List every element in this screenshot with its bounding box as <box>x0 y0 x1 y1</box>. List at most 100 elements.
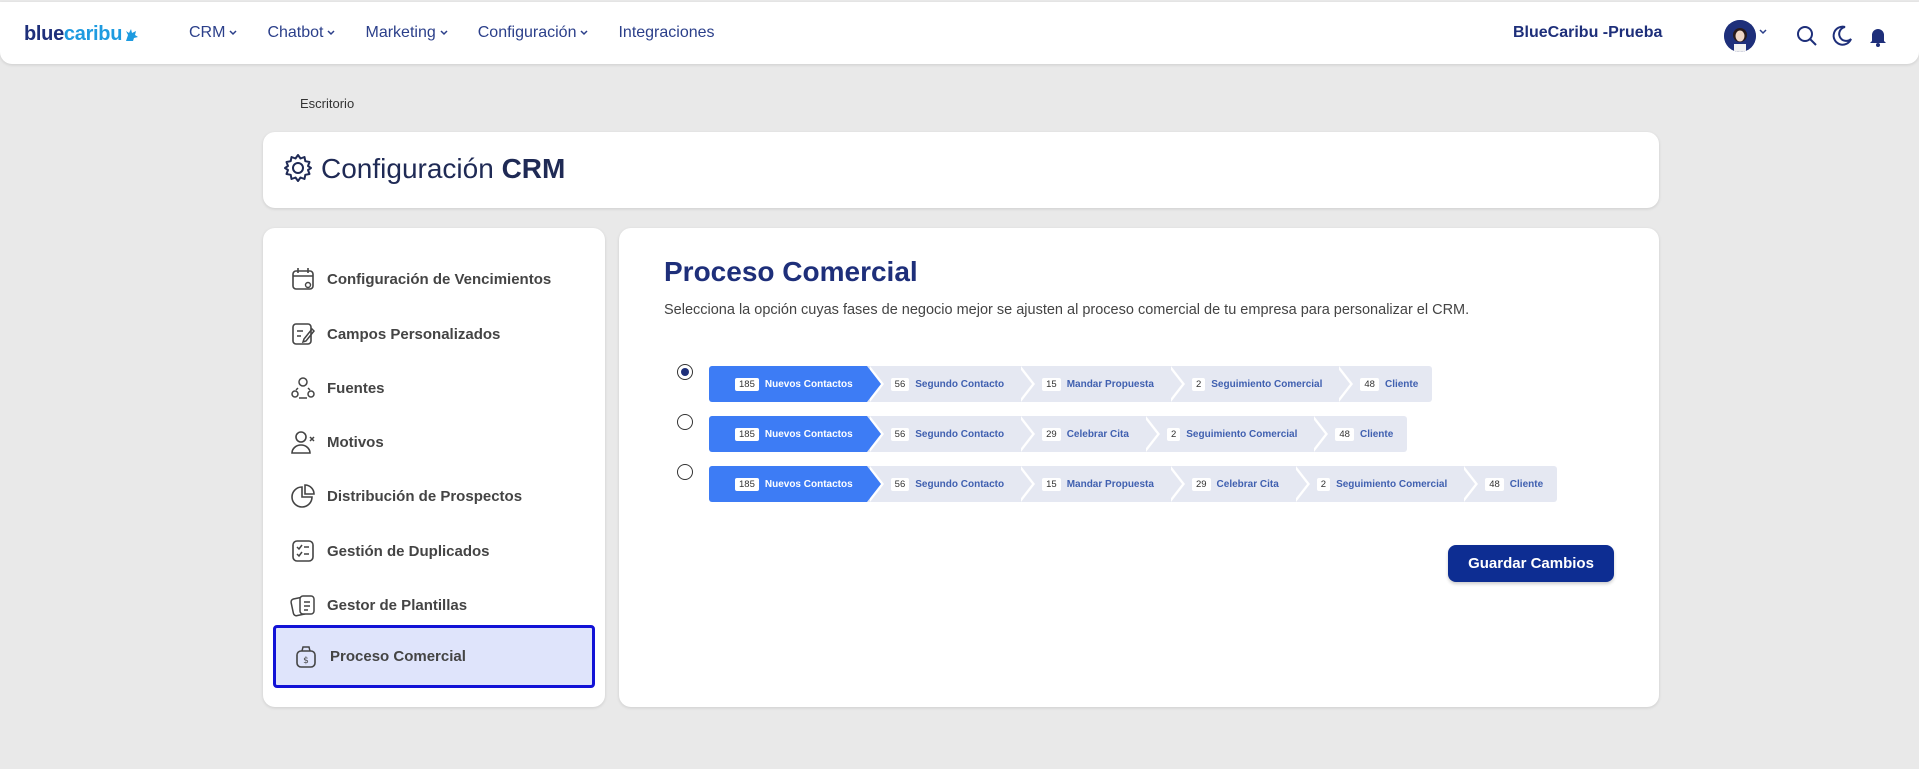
pipeline-stage: 2 Seguimiento Comercial <box>1168 366 1354 402</box>
stage-label: Seguimiento Comercial <box>1336 478 1448 490</box>
pipeline-option-3-radio[interactable] <box>677 464 693 480</box>
pipeline-stage: 185 Nuevos Contactos <box>709 466 884 502</box>
stage-arrow <box>1018 416 1033 452</box>
stage-label: Cliente <box>1384 378 1419 390</box>
stage-label: Seguimiento Comercial <box>1186 428 1298 440</box>
nav-configuracion[interactable]: Configuración <box>478 24 589 42</box>
sidebar-item-label: Distribución de Prospectos <box>327 487 523 505</box>
sidebar-item-label: Gestión de Duplicados <box>327 542 490 560</box>
stage-arrow <box>1142 416 1157 452</box>
sidebar-item-plantillas[interactable]: Gestor de Plantillas <box>273 578 595 632</box>
pipeline-stages: 185 Nuevos Contactos 56 Segundo Contacto 29 C… <box>709 416 1408 452</box>
stage-label: Nuevos Contactos <box>764 478 853 490</box>
stage-count-badge: 185 <box>735 477 759 491</box>
sidebar-item-label: Campos Personalizados <box>327 325 501 343</box>
pipeline-stage: 56 Segundo Contacto <box>867 466 1036 502</box>
stage-arrow <box>866 466 881 502</box>
pipeline-stage: 56 Segundo Contacto <box>867 366 1036 402</box>
chevron-down-icon[interactable] <box>1759 29 1767 35</box>
account-name[interactable]: BlueCaribu -Prueba <box>1513 24 1662 42</box>
sidebar-item-campos-personalizados[interactable]: Campos Personalizados <box>273 307 595 361</box>
pipeline-option-2-radio[interactable] <box>677 414 693 430</box>
stage-arrow <box>1018 366 1033 402</box>
user-avatar[interactable] <box>1724 20 1756 52</box>
stage-arrow <box>866 366 881 402</box>
page-title-plain: Configuración <box>321 153 502 184</box>
sidebar-item-label: Fuentes <box>327 379 385 397</box>
stage-label: Mandar Propuesta <box>1066 478 1154 490</box>
chevron-down-icon <box>580 30 588 36</box>
page-title-bold: CRM <box>501 153 566 184</box>
page-title: Configuración CRM <box>321 153 565 185</box>
section-title: Proceso Comercial <box>664 256 918 287</box>
stage-arrow <box>866 416 881 452</box>
config-sidebar: Configuración de Vencimientos Campos Per… <box>263 228 605 707</box>
stage-count-badge: 48 <box>1335 427 1354 441</box>
stage-count-badge: 29 <box>1191 477 1211 491</box>
proceso-comercial-panel: Proceso Comercial Selecciona la opción c… <box>619 228 1659 707</box>
nav-marketing[interactable]: Marketing <box>365 24 448 42</box>
stage-label: Segundo Contacto <box>915 478 1005 490</box>
stage-label: Seguimiento Comercial <box>1211 378 1323 390</box>
caribou-icon <box>126 28 139 41</box>
stage-count-badge: 15 <box>1042 477 1061 491</box>
dark-mode-moon-icon[interactable] <box>1830 24 1854 48</box>
stage-count-badge: 15 <box>1042 377 1061 391</box>
stage-arrow <box>1167 466 1182 502</box>
stage-label: Mandar Propuesta <box>1066 378 1154 390</box>
pipeline-stage: 185 Nuevos Contactos <box>709 366 884 402</box>
pipeline-stage: 29 Celebrar Cita <box>1018 416 1160 452</box>
stage-count-badge: 185 <box>735 377 759 391</box>
sidebar-item-duplicados[interactable]: Gestión de Duplicados <box>273 524 595 578</box>
stage-arrow <box>1292 466 1307 502</box>
stage-count-badge: 29 <box>1042 427 1061 441</box>
stage-label: Nuevos Contactos <box>764 378 853 390</box>
sidebar-item-label: Proceso Comercial <box>330 648 466 665</box>
pipeline-stage: 56 Segundo Contacto <box>867 416 1036 452</box>
breadcrumb[interactable]: Escritorio <box>300 96 354 111</box>
nav-crm[interactable]: CRM <box>189 24 237 42</box>
pipeline-stage: 15 Mandar Propuesta <box>1018 466 1185 502</box>
sidebar-item-label: Motivos <box>327 433 384 451</box>
avatar-image-icon <box>1724 20 1756 52</box>
top-navbar: blue caribu CRM Chatbot Marketing Configu… <box>0 2 1919 64</box>
nav-integraciones-label: Integraciones <box>618 24 715 41</box>
notification-bell-icon[interactable] <box>1866 24 1890 48</box>
main-nav: CRM Chatbot Marketing Configuración Inte… <box>189 24 745 42</box>
nav-marketing-label: Marketing <box>365 24 436 41</box>
chevron-down-icon <box>440 30 448 36</box>
stage-count-badge: 2 <box>1191 377 1206 391</box>
edit-form-icon <box>289 320 317 348</box>
chevron-down-icon <box>327 30 336 36</box>
stage-label: Celebrar Cita <box>1066 428 1129 440</box>
stage-count-badge: 48 <box>1485 477 1504 491</box>
stage-count-badge: 56 <box>890 427 910 441</box>
nav-integraciones[interactable]: Integraciones <box>618 24 714 42</box>
stage-count-badge: 48 <box>1360 377 1379 391</box>
sidebar-item-vencimientos[interactable]: Configuración de Vencimientos <box>273 252 595 306</box>
stage-arrow <box>1336 366 1351 402</box>
sidebar-item-motivos[interactable]: Motivos <box>273 415 595 469</box>
brand-logo[interactable]: blue caribu <box>24 23 140 46</box>
pipeline-stage: 2 Seguimiento Comercial <box>1293 466 1479 502</box>
page-header-card: Configuración CRM <box>263 132 1659 208</box>
search-icon[interactable] <box>1795 24 1819 48</box>
section-description: Selecciona la opción cuyas fases de nego… <box>664 302 1470 318</box>
nav-configuracion-label: Configuración <box>477 24 577 41</box>
nav-chatbot[interactable]: Chatbot <box>267 24 336 42</box>
stage-count-badge: 2 <box>1166 427 1181 441</box>
sidebar-item-fuentes[interactable]: Fuentes <box>273 361 595 415</box>
stage-count-badge: 56 <box>890 477 910 491</box>
chevron-down-icon <box>229 30 237 36</box>
sidebar-item-distribucion[interactable]: Distribución de Prospectos <box>273 469 595 523</box>
gear-icon <box>284 154 312 182</box>
pipeline-option-1-radio[interactable] <box>677 364 693 380</box>
stage-label: Cliente <box>1359 428 1394 440</box>
users-network-icon <box>289 374 317 402</box>
save-changes-button[interactable]: Guardar Cambios <box>1448 545 1614 582</box>
pipeline-stages: 185 Nuevos Contactos 56 Segundo Contacto 15 M… <box>709 466 1558 502</box>
stage-label: Nuevos Contactos <box>764 428 853 440</box>
stage-label: Segundo Contacto <box>915 378 1005 390</box>
sidebar-item-proceso-comercial[interactable]: $ Proceso Comercial <box>273 625 595 688</box>
stage-count-badge: 2 <box>1316 477 1331 491</box>
